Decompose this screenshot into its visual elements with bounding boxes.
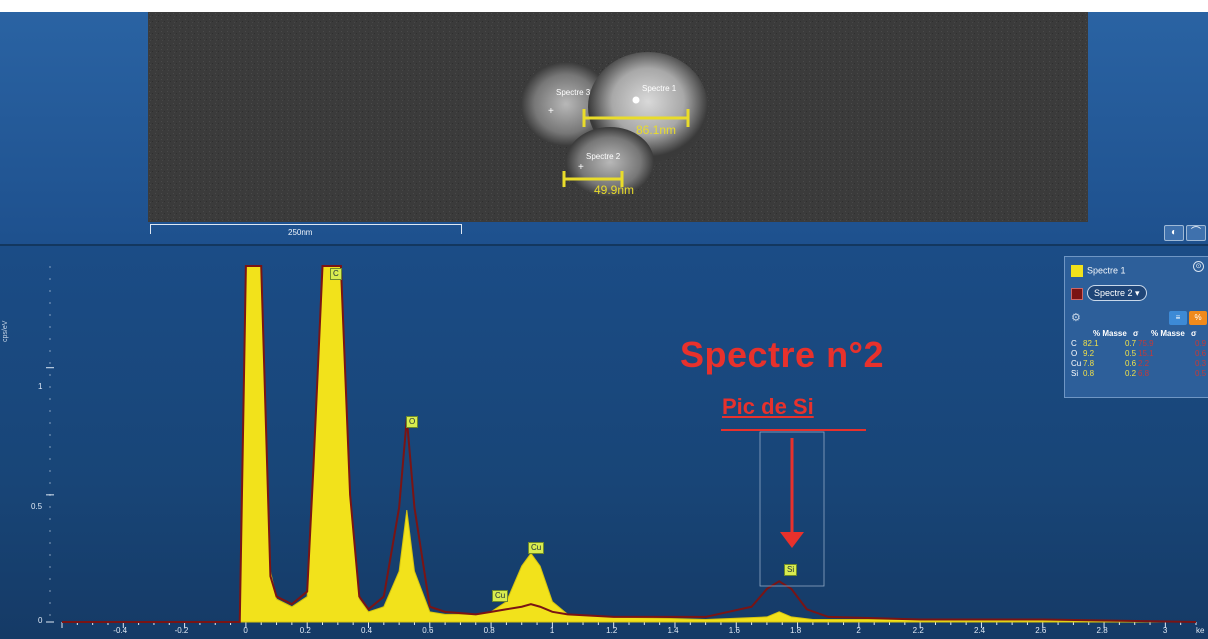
peak-label-si[interactable]: Si [784,564,798,576]
legend-spectre-1-label: Spectre 1 [1087,265,1126,276]
row-c-s2: 0.9 [1195,339,1207,348]
col-sigma-2: σ [1191,329,1197,338]
spectrum-svg [46,265,1197,628]
row-cu-element: Cu [1071,359,1082,368]
spectre-1-area [62,265,1197,623]
x-tick-label: -0.2 [174,626,189,635]
x-tick-label: 1.8 [790,626,802,635]
x-tick-label: 1 [549,626,555,635]
spectre-2-label: Spectre 2 [586,152,621,161]
scale-bar-label: 250nm [288,228,313,237]
sem-image-view[interactable]: + + Spectre 3 Spectre 1 Spectre 2 86.1nm… [148,12,1088,222]
row-cu-m2: 2.2 [1138,359,1150,368]
x-tick-label: 2 [856,626,861,635]
x-tick-label: 0.6 [422,626,434,635]
annotation-title: Spectre n°2 [680,334,884,375]
annotation-subtitle: Pic de Si [722,394,814,419]
row-c-element: C [1071,339,1077,348]
zoom-arc-icon[interactable]: ⌒ [1186,225,1206,241]
percent-button[interactable]: % [1189,311,1207,325]
sem-image-svg: + + Spectre 3 Spectre 1 Spectre 2 86.1nm… [148,12,1088,222]
x-tick-label: 0 [243,626,248,635]
spectrum-legend-panel: ⊙ Spectre 1 Spectre 2 ▾ ⚙ ≡ % % Masse σ … [1064,256,1208,398]
x-tick-label: 1.6 [728,626,740,635]
x-tick-label: 1.4 [667,626,679,635]
cross-marker-2[interactable]: + [578,162,584,173]
row-o-m1: 9.2 [1083,349,1095,358]
peak-label-o[interactable]: O [406,416,419,428]
y-tick-0: 0 [38,616,43,625]
spectre-1-swatch [1071,265,1083,277]
row-si-m2: 6.8 [1138,369,1150,378]
contrast-icon[interactable]: ◐ [1164,225,1184,241]
row-c-m2: 75.9 [1138,339,1154,348]
col-mass-2: % Masse [1151,329,1185,338]
peak-label-cu-ll[interactable]: Cu [492,590,509,602]
y-tick-1: 1 [38,382,43,391]
col-mass-1: % Masse [1093,329,1127,338]
x-tick-label: 2.8 [1096,626,1108,635]
peak-label-cu-la[interactable]: Cu [528,542,545,554]
spectrum-point-1[interactable] [632,96,640,104]
chevron-down-icon: ▾ [1135,288,1140,298]
peak-label-c[interactable]: C [330,268,342,280]
legend-item-spectre-2[interactable]: Spectre 2 ▾ [1071,285,1147,301]
x-tick-label: 2.2 [912,626,924,635]
y-axis-title: cps/eV [2,320,9,342]
row-o-element: O [1071,349,1078,358]
measure-50nm-label: 49.9nm [594,183,634,197]
spectrum-chart[interactable]: cps/eV 0 0.5 1 -0.4 -0.2 0 0.2 0.4 0.6 0.8 1 1.2… [0,246,1208,639]
spectre-2-dropdown[interactable]: Spectre 2 ▾ [1087,285,1147,301]
gear-icon[interactable]: ⚙ [1071,311,1081,324]
row-si-m1: 0.8 [1083,369,1095,378]
row-si-element: Si [1071,369,1079,378]
eds-analysis-window: + + Spectre 3 Spectre 1 Spectre 2 86.1nm… [0,12,1208,639]
spectre-3-label: Spectre 3 [556,88,591,97]
row-c-s1: 0.7 [1125,339,1137,348]
spectre-2-dropdown-label: Spectre 2 [1094,288,1133,298]
x-tick-label: 2.4 [973,626,986,635]
col-sigma-1: σ [1133,329,1139,338]
y-tick-0-5: 0.5 [31,502,43,511]
row-o-s1: 0.5 [1125,349,1137,358]
spectre-1-label: Spectre 1 [642,84,677,93]
row-cu-s1: 0.6 [1125,359,1137,368]
x-axis-unit: ke [1196,626,1205,635]
row-cu-m1: 7.8 [1083,359,1095,368]
row-si-s2: 0.5 [1195,369,1207,378]
row-c-m1: 82.1 [1083,339,1099,348]
x-tick-label: 1.2 [606,626,618,635]
row-o-m2: 15.1 [1138,349,1154,358]
arrow-head-icon [780,532,804,548]
row-si-s1: 0.2 [1125,369,1137,378]
legend-item-spectre-1[interactable]: Spectre 1 [1071,265,1126,277]
cross-marker-3[interactable]: + [548,106,554,117]
row-o-s2: 0.6 [1195,349,1207,358]
x-tick-label: 0.2 [299,626,311,635]
x-tick-label: 2.6 [1035,626,1047,635]
filter-button[interactable]: ≡ [1169,311,1187,325]
x-tick-label: -0.4 [113,626,128,635]
close-icon[interactable]: ⊙ [1193,261,1204,272]
x-tick-label: 0.8 [483,626,495,635]
x-tick-label: 0.4 [360,626,373,635]
x-tick-label: 3 [1162,626,1168,635]
measure-86nm-label: 86.1nm [636,123,676,137]
spectre-2-swatch [1071,287,1083,300]
spectre-2-line [62,265,1197,623]
row-cu-s2: 0.3 [1195,359,1207,368]
